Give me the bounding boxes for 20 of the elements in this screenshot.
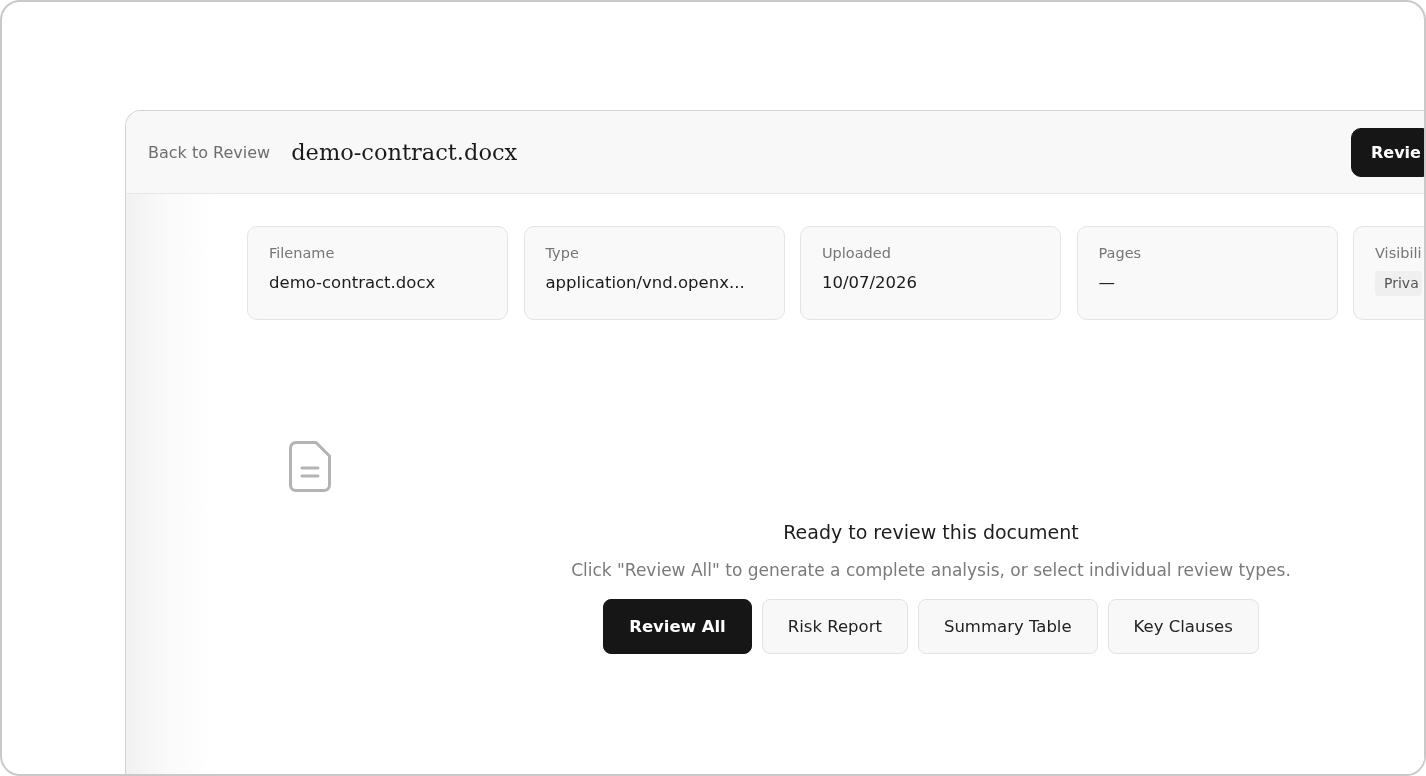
document-icon [289,441,331,492]
empty-heading: Ready to review this document [783,520,1079,545]
back-link[interactable]: Back to Review [148,142,271,162]
info-value: — [1098,272,1116,294]
visibility-badge: Priva [1375,271,1422,296]
review-type-button[interactable]: Review All [603,599,752,654]
empty-description: Click "Review All" to generate a complete analysis, or select individual review types. [571,559,1291,581]
info-value: 10/07/2026 [822,272,919,294]
info-value: application/vnd.openx... [545,272,746,294]
info-label: Visibili [1375,244,1423,263]
info-label: Type [545,244,580,263]
info-label: Filename [269,244,336,263]
info-value: demo-contract.docx [269,272,437,294]
review-type-button[interactable]: Summary Table [917,599,1098,654]
review-type-button[interactable]: Risk Report [761,599,908,654]
info-label: Uploaded [822,244,892,263]
review-type-button[interactable]: Key Clauses [1107,599,1259,654]
document-title: demo-contract.docx [291,139,518,165]
review-button[interactable]: Revie [1351,127,1424,177]
info-label: Pages [1098,244,1143,263]
